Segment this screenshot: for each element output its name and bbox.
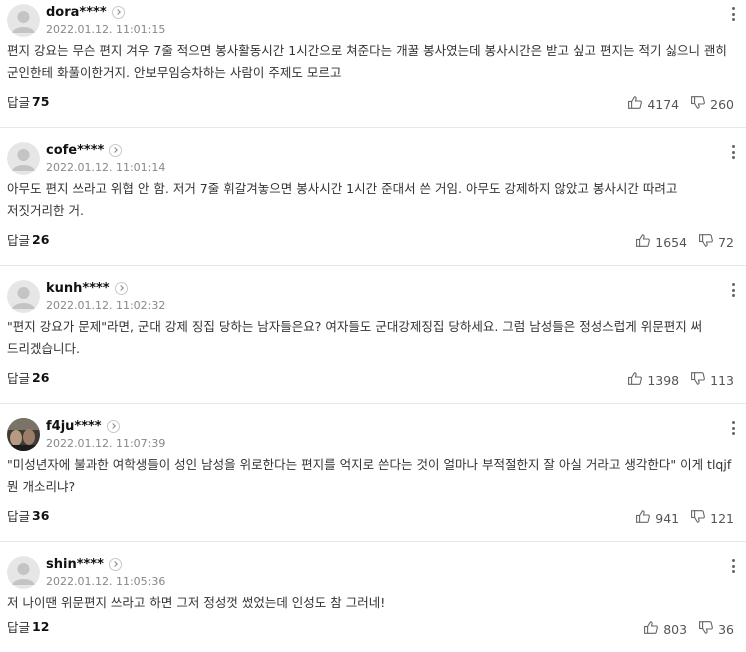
more-options-icon[interactable] [729, 420, 737, 436]
comment-date: 2022.01.12. 11:05:36 [46, 575, 166, 588]
thumbs-up-icon [636, 510, 655, 526]
vote-group: 1398 113 [628, 372, 734, 388]
thumbs-down-icon [691, 510, 710, 526]
reply-count: 26 [32, 370, 50, 385]
like-button[interactable]: 1654 [636, 234, 687, 250]
nickname-row: cofe**** [46, 141, 123, 159]
thumbs-down-icon [699, 234, 718, 250]
dislike-button[interactable]: 121 [691, 510, 734, 526]
like-button[interactable]: 1398 [628, 372, 679, 388]
thumbs-up-icon [628, 372, 647, 388]
thumbs-down-icon [691, 372, 710, 388]
like-button[interactable]: 941 [636, 510, 679, 526]
comment-date: 2022.01.12. 11:01:14 [46, 161, 166, 174]
dislike-count: 113 [710, 372, 734, 388]
more-options-icon[interactable] [729, 6, 737, 22]
dislike-count: 260 [710, 96, 734, 112]
dislike-button[interactable]: 72 [699, 234, 734, 250]
dislike-button[interactable]: 36 [699, 621, 734, 637]
dislike-button[interactable]: 113 [691, 372, 734, 388]
comment-item: f4ju**** 2022.01.12. 11:07:39 "미성년자에 불과한 여… [0, 414, 746, 542]
more-options-icon[interactable] [729, 282, 737, 298]
reply-label: 답글 [7, 620, 31, 635]
nickname-row: dora**** [46, 3, 125, 21]
nickname[interactable]: shin**** [46, 557, 104, 572]
like-count: 941 [655, 510, 680, 526]
more-options-icon[interactable] [729, 144, 737, 160]
comment-date: 2022.01.12. 11:02:32 [46, 299, 166, 312]
reply-label: 답글 [7, 95, 31, 110]
comment-item: cofe**** 2022.01.12. 11:01:14 아무도 편지 쓰라고 위… [0, 138, 746, 266]
dislike-count: 72 [718, 234, 734, 250]
nickname[interactable]: kunh**** [46, 281, 110, 296]
reply-button[interactable]: 답글 26 [7, 368, 49, 387]
like-count: 1654 [655, 234, 688, 250]
more-options-icon[interactable] [729, 558, 737, 574]
comment-date: 2022.01.12. 11:01:15 [46, 23, 166, 36]
thumbs-up-icon [644, 621, 663, 637]
profile-arrow-icon[interactable] [106, 419, 120, 433]
reply-count: 26 [32, 232, 50, 247]
avatar[interactable] [7, 556, 40, 589]
profile-arrow-icon[interactable] [109, 143, 123, 157]
like-button[interactable]: 4174 [628, 96, 679, 112]
comment-item: shin**** 2022.01.12. 11:05:36 저 나이땐 위문편지 쓰… [0, 552, 746, 652]
vote-group: 4174 260 [628, 96, 734, 112]
comment-date: 2022.01.12. 11:07:39 [46, 437, 166, 450]
comment-text: 아무도 편지 쓰라고 위협 안 함. 저거 7줄 휘갈겨놓으면 봉사시간 1시간… [7, 181, 678, 218]
reply-count: 36 [32, 508, 50, 523]
nickname[interactable]: dora**** [46, 5, 107, 20]
nickname[interactable]: f4ju**** [46, 419, 102, 434]
reply-label: 답글 [7, 233, 31, 248]
reply-label: 답글 [7, 509, 31, 524]
nickname-row: kunh**** [46, 279, 128, 297]
dislike-count: 36 [718, 621, 734, 637]
reply-label: 답글 [7, 371, 31, 386]
vote-group: 803 36 [644, 621, 734, 637]
avatar[interactable] [7, 4, 40, 37]
comment-text: "편지 강요가 문제"라면, 군대 강제 징집 당하는 남자들은요? 여자들도 … [7, 319, 703, 356]
thumbs-up-icon [628, 96, 647, 112]
avatar[interactable] [7, 280, 40, 313]
comment-text: 저 나이땐 위문편지 쓰라고 하면 그저 정성껏 썼었는데 인성도 참 그러네! [7, 595, 386, 610]
thumbs-up-icon [636, 234, 655, 250]
like-count: 803 [663, 621, 688, 637]
comment-text: 편지 강요는 무슨 편지 겨우 7줄 적으면 봉사활동시간 1시간으로 쳐준다는… [7, 43, 727, 80]
reply-button[interactable]: 답글 36 [7, 506, 49, 525]
comment-item: kunh**** 2022.01.12. 11:02:32 "편지 강요가 문제"라… [0, 276, 746, 404]
nickname[interactable]: cofe**** [46, 143, 104, 158]
like-button[interactable]: 803 [644, 621, 687, 637]
avatar[interactable] [7, 142, 40, 175]
dislike-count: 121 [710, 510, 734, 526]
profile-arrow-icon[interactable] [108, 557, 122, 571]
comment-item: dora**** 2022.01.12. 11:01:15 편지 강요는 무슨 편지… [0, 0, 746, 128]
like-count: 4174 [647, 96, 680, 112]
dislike-button[interactable]: 260 [691, 96, 734, 112]
profile-arrow-icon[interactable] [111, 5, 125, 19]
reply-button[interactable]: 답글 26 [7, 230, 49, 249]
vote-group: 1654 72 [636, 234, 734, 250]
reply-button[interactable]: 답글 12 [7, 617, 49, 636]
profile-arrow-icon[interactable] [114, 281, 128, 295]
thumbs-down-icon [691, 96, 710, 112]
nickname-row: f4ju**** [46, 417, 120, 435]
nickname-row: shin**** [46, 555, 122, 573]
like-count: 1398 [647, 372, 680, 388]
avatar[interactable] [7, 418, 40, 451]
thumbs-down-icon [699, 621, 718, 637]
reply-button[interactable]: 답글 75 [7, 92, 49, 111]
comment-text: "미성년자에 불과한 여학생들이 성인 남성을 위로한다는 편지를 억지로 쓴다… [7, 457, 732, 494]
reply-count: 75 [32, 94, 50, 109]
vote-group: 941 121 [636, 510, 734, 526]
reply-count: 12 [32, 619, 50, 634]
